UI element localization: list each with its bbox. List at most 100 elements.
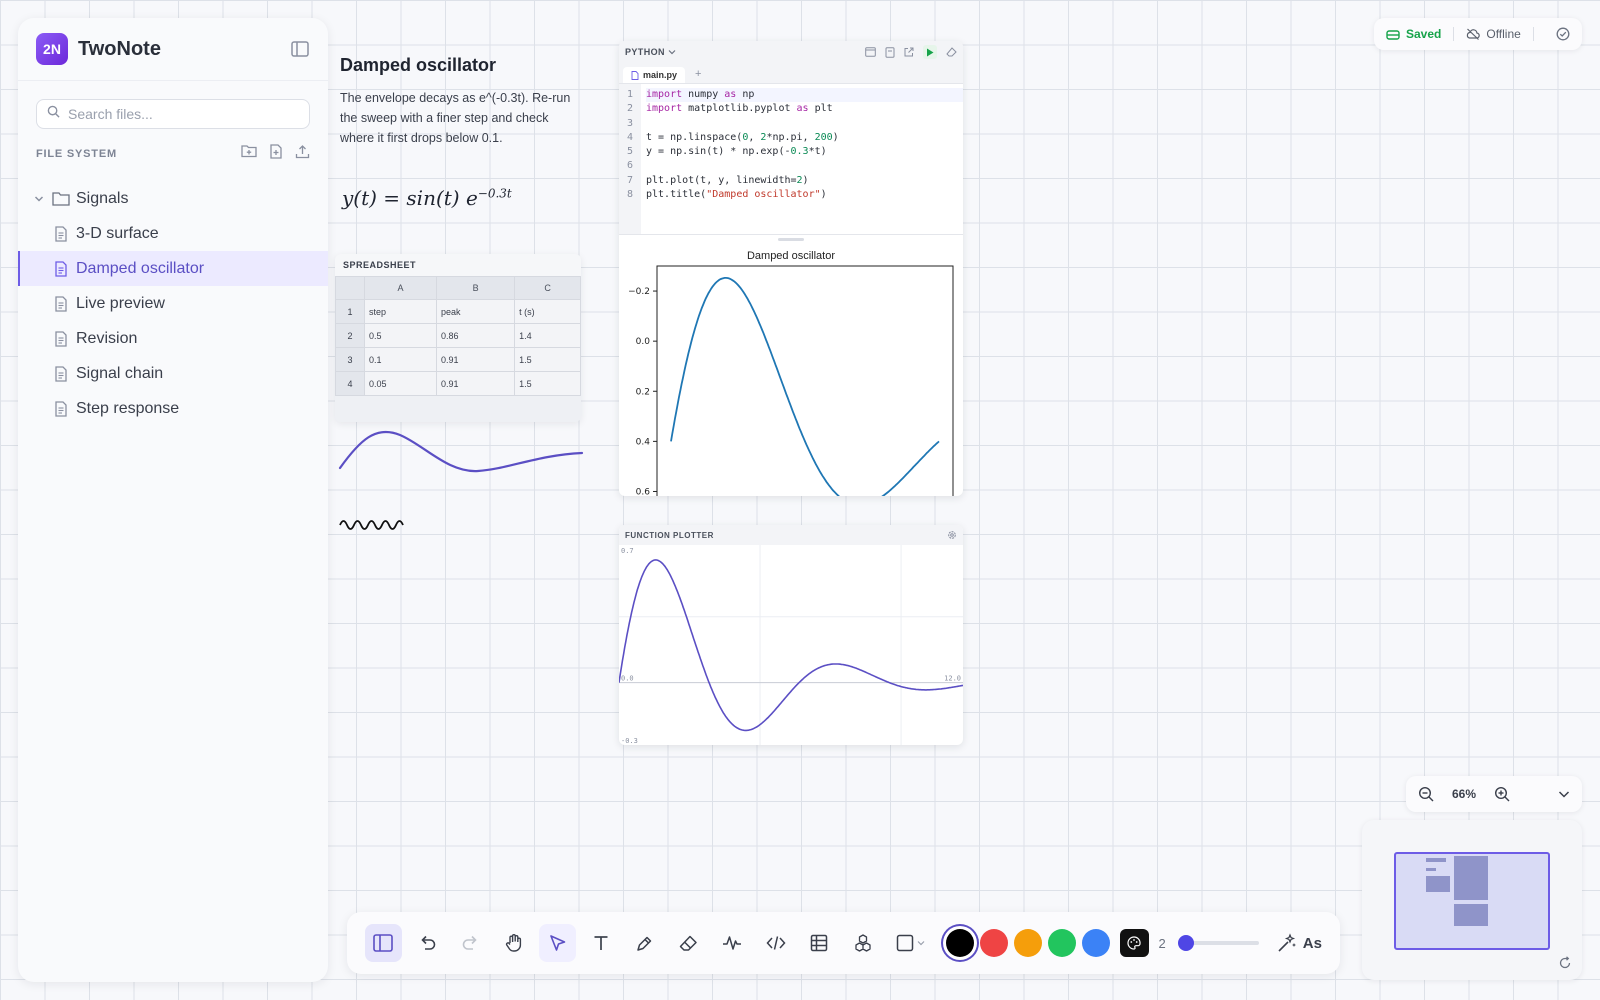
text-tool-button[interactable] bbox=[583, 924, 620, 962]
slider-knob[interactable] bbox=[1177, 935, 1194, 951]
table-cell[interactable]: 0.86 bbox=[436, 323, 516, 348]
shapes-3d-tool-button[interactable] bbox=[845, 924, 882, 962]
column-header[interactable]: B bbox=[436, 276, 516, 300]
file-item[interactable]: Signal chain bbox=[18, 356, 328, 391]
undo-button[interactable] bbox=[409, 924, 446, 962]
file-item[interactable]: Step response bbox=[18, 391, 328, 426]
bookmark-icon[interactable] bbox=[885, 46, 895, 58]
minimap-viewport[interactable] bbox=[1394, 852, 1550, 950]
code-lines[interactable]: import numpy as np import matplotlib.pypl… bbox=[641, 84, 963, 234]
search-input[interactable] bbox=[66, 105, 299, 123]
formula-lhs: y(t) = sin(t) e bbox=[342, 186, 478, 210]
color-swatch[interactable] bbox=[1047, 929, 1076, 957]
table-cell[interactable]: 0.91 bbox=[436, 347, 516, 372]
output-resize-handle[interactable] bbox=[778, 238, 804, 241]
cursor-icon bbox=[549, 935, 566, 951]
minimap[interactable] bbox=[1362, 820, 1582, 980]
table-tool-button[interactable] bbox=[801, 924, 838, 962]
axis-label: 0.0 bbox=[621, 675, 634, 683]
y-tick-label: 0.6 bbox=[636, 487, 651, 496]
color-swatch[interactable] bbox=[1081, 929, 1110, 957]
cloud-off-icon bbox=[1467, 28, 1481, 40]
document-icon bbox=[54, 365, 68, 382]
eraser-icon[interactable] bbox=[946, 47, 957, 57]
upload-icon[interactable] bbox=[295, 144, 310, 164]
search-box[interactable] bbox=[36, 99, 310, 129]
pan-tool-button[interactable] bbox=[496, 924, 533, 962]
chevron-down-icon[interactable] bbox=[34, 194, 44, 204]
row-header[interactable]: 4 bbox=[335, 371, 365, 396]
color-swatch[interactable] bbox=[945, 929, 974, 957]
tab-main-py[interactable]: main.py bbox=[623, 67, 686, 83]
waveform-icon bbox=[723, 936, 742, 950]
window-icon[interactable] bbox=[865, 47, 876, 57]
table-cell[interactable]: step bbox=[363, 299, 438, 324]
check-circle-icon[interactable] bbox=[1556, 27, 1570, 41]
column-header[interactable]: C bbox=[514, 276, 581, 300]
table-cell[interactable]: peak bbox=[436, 299, 516, 324]
add-tab-button[interactable]: + bbox=[695, 68, 701, 80]
offline-status[interactable]: Offline bbox=[1466, 27, 1521, 41]
spreadsheet-widget[interactable]: SPREADSHEET ABC 1 step peak t (s) 2 0.5 0.86 1.… bbox=[335, 254, 581, 422]
document-icon bbox=[54, 260, 68, 277]
python-widget[interactable]: PYTHON main.py + 1 2 3 4 5 6 7 8 import numpy a… bbox=[619, 41, 963, 496]
sidebar-panel-button[interactable] bbox=[365, 924, 402, 962]
formula-exponent: −0.3t bbox=[477, 186, 512, 201]
file-item[interactable]: 3-D surface bbox=[18, 216, 328, 251]
zoom-out-icon[interactable] bbox=[1418, 786, 1434, 802]
function-tool-button[interactable] bbox=[714, 924, 751, 962]
code-icon bbox=[766, 936, 786, 950]
plot-title: Damped oscillator bbox=[746, 250, 836, 262]
file-item[interactable]: Revision bbox=[18, 321, 328, 356]
gear-icon[interactable] bbox=[947, 530, 957, 540]
table-cell[interactable]: 1.5 bbox=[514, 371, 581, 396]
color-palette-button[interactable] bbox=[1119, 929, 1149, 957]
assistant-button[interactable]: As bbox=[1277, 933, 1322, 953]
code-editor[interactable]: 1 2 3 4 5 6 7 8 import numpy as np import matplo… bbox=[619, 84, 963, 235]
table-cell[interactable]: 0.05 bbox=[363, 371, 438, 396]
function-plot-canvas[interactable]: 0.7 -0.3 0.0 12.0 bbox=[619, 545, 963, 745]
new-file-icon[interactable] bbox=[269, 144, 283, 164]
table-cell[interactable]: 0.91 bbox=[436, 371, 516, 396]
row-header[interactable]: 2 bbox=[335, 323, 365, 348]
file-label: Signal chain bbox=[76, 364, 164, 382]
zoom-in-icon[interactable] bbox=[1494, 786, 1510, 802]
file-item[interactable]: Damped oscillator bbox=[18, 251, 328, 286]
axis-label: 0.7 bbox=[621, 547, 634, 555]
color-swatch[interactable] bbox=[979, 929, 1008, 957]
folder-signals[interactable]: Signals bbox=[18, 181, 328, 216]
file-label: Step response bbox=[76, 399, 180, 417]
function-plotter-widget[interactable]: FUNCTION PLOTTER 0.7 -0.3 0.0 12.0 bbox=[619, 525, 963, 745]
external-link-icon[interactable] bbox=[904, 47, 914, 57]
row-header[interactable]: 3 bbox=[335, 347, 365, 372]
plot-frame bbox=[656, 265, 954, 496]
sidebar-toggle-icon[interactable] bbox=[290, 40, 310, 58]
pen-tool-button[interactable] bbox=[627, 924, 664, 962]
chevron-down-icon[interactable] bbox=[1558, 789, 1570, 799]
eraser-tool-button[interactable] bbox=[670, 924, 707, 962]
file-item[interactable]: Live preview bbox=[18, 286, 328, 321]
column-header[interactable]: A bbox=[363, 276, 438, 300]
table-cell[interactable]: t (s) bbox=[514, 299, 581, 324]
new-folder-icon[interactable] bbox=[241, 144, 257, 164]
table-cell[interactable]: 0.1 bbox=[363, 347, 438, 372]
code-tool-button[interactable] bbox=[757, 924, 794, 962]
select-tool-button[interactable] bbox=[539, 924, 577, 962]
table-cell[interactable]: 0.5 bbox=[363, 323, 438, 348]
shape-tool-button[interactable] bbox=[888, 924, 932, 962]
ink-stroke-squiggle[interactable] bbox=[338, 515, 408, 533]
redo-button[interactable] bbox=[452, 924, 489, 962]
table-cell[interactable]: 1.4 bbox=[514, 323, 581, 348]
run-button[interactable] bbox=[923, 45, 937, 59]
language-label[interactable]: PYTHON bbox=[625, 47, 665, 57]
row-header[interactable]: 1 bbox=[335, 299, 365, 324]
chevron-down-icon[interactable] bbox=[668, 48, 676, 56]
stroke-width-slider[interactable] bbox=[1177, 935, 1259, 951]
reset-view-icon[interactable] bbox=[1558, 956, 1572, 970]
ink-stroke-wave[interactable] bbox=[338, 425, 588, 485]
zoom-level[interactable]: 66% bbox=[1452, 787, 1476, 801]
app-title: TwoNote bbox=[78, 37, 161, 60]
color-swatch[interactable] bbox=[1013, 929, 1042, 957]
file-label: Revision bbox=[76, 329, 138, 347]
table-cell[interactable]: 1.5 bbox=[514, 347, 581, 372]
